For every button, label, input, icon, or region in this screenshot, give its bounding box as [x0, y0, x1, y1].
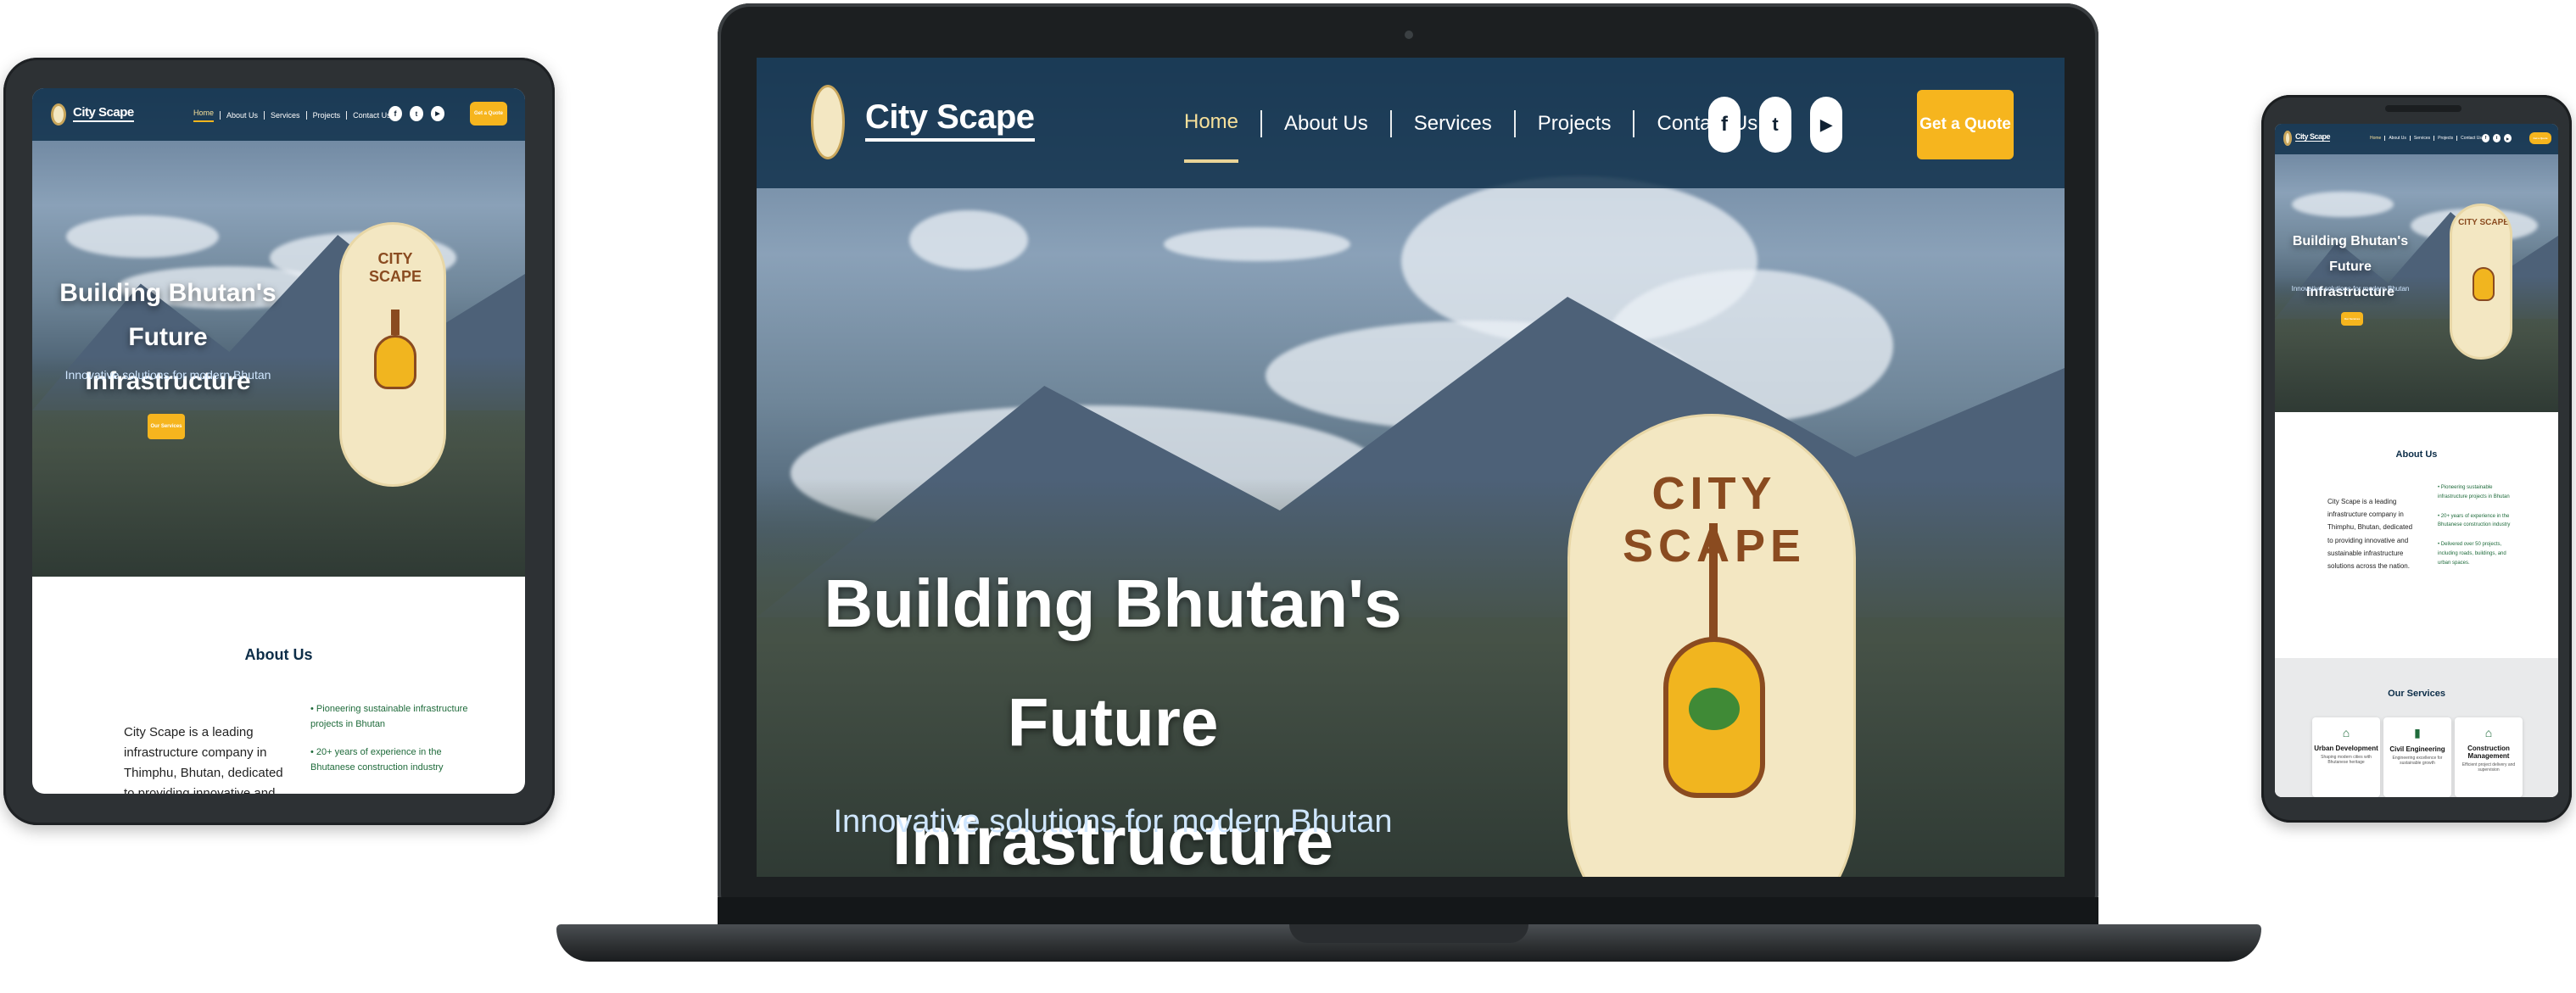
about-bullets: • Pioneering sustainable infrastructure … — [310, 702, 472, 775]
services-title: Our Services — [2388, 689, 2445, 699]
nav-home[interactable]: Home — [193, 109, 215, 122]
service-card-title: Civil Engineering — [2389, 745, 2445, 753]
nav-home[interactable]: Home — [1184, 110, 1239, 163]
logo-icon[interactable] — [811, 85, 845, 159]
hero-title-line1: Building Bhutan's Future — [59, 279, 277, 351]
get-quote-button[interactable]: Get a Quote — [2529, 132, 2551, 144]
service-card-civil[interactable]: ▮ Civil Engineering Engineering excellen… — [2383, 717, 2451, 797]
about-bullet-3: • Delivered over 50 projects, including … — [2438, 542, 2506, 566]
hero-title-line1: Building Bhutan's Future — [824, 566, 1402, 760]
twitter-icon[interactable]: t — [1759, 97, 1791, 153]
twitter-icon[interactable]: t — [2493, 134, 2501, 142]
brand-name[interactable]: City Scape — [865, 98, 1035, 142]
get-quote-button[interactable]: Get a Quote — [1917, 90, 2014, 159]
hero-subtitle: Innovative solutions for modern Bhutan — [64, 368, 271, 382]
phone-speaker — [2385, 105, 2461, 112]
emblem-text: CITY SCAPE — [2458, 218, 2509, 227]
about-paragraph: City Scape is a leading infrastructure c… — [124, 725, 283, 794]
brand-name[interactable]: City Scape — [2295, 132, 2331, 142]
hero-section: City Scape Home About Us Services Projec… — [2275, 124, 2558, 412]
nav-services[interactable]: Services — [271, 111, 300, 120]
hero-title: Building Bhutan's Future Infrastructure — [49, 271, 287, 404]
nav-home[interactable]: Home — [2370, 136, 2381, 141]
hero-title-line2: Infrastructure — [85, 367, 251, 395]
hero-subtitle: Innovative solutions for modern Bhutan — [2291, 285, 2410, 293]
our-services-button[interactable]: Our Services — [2341, 312, 2363, 326]
phone-screen: City Scape Home About Us Services Projec… — [2275, 124, 2558, 797]
hero-section: City Scape Home About Us Services Projec… — [757, 58, 2065, 877]
house-icon: ⌂ — [2484, 726, 2493, 739]
hero-title-line2: Infrastructure — [2305, 285, 2395, 299]
hero-title-line1: Building Bhutan's Future — [2292, 234, 2409, 274]
laptop-hinge-notch — [1289, 924, 1528, 943]
service-card-desc: Shaping modern cities with Bhutanese her… — [2321, 755, 2372, 765]
tower-icon: ▮ — [2414, 726, 2421, 739]
tablet-screen: City Scape Home About Us Services Projec… — [32, 88, 525, 794]
webcam — [1405, 31, 1413, 39]
about-paragraph: City Scape is a leading infrastructure c… — [2327, 498, 2413, 570]
youtube-icon[interactable]: ▶ — [1810, 97, 1842, 153]
lightbulb-icon — [2473, 267, 2495, 301]
our-services-button[interactable]: Our Services — [148, 414, 185, 439]
hero-subtitle: Innovative solutions for modern Bhutan — [833, 804, 1393, 840]
emblem-text: CITY SCAPE — [368, 250, 422, 285]
about-bullets: • Pioneering sustainable infrastructure … — [2438, 483, 2514, 568]
logo-icon — [2283, 131, 2292, 146]
service-card-desc: Efficient project delivery and supervisi… — [2461, 762, 2516, 773]
nav-projects[interactable]: Projects — [1538, 112, 1612, 161]
nav-contact[interactable]: Contact Us — [1657, 112, 1757, 161]
nav-links: Home About Us Services Projects Contact … — [2370, 136, 2482, 141]
sprout-icon — [1689, 688, 1740, 730]
city-scape-emblem: CITY SCAPE — [1567, 414, 1856, 877]
nav-about[interactable]: About Us — [1284, 112, 1368, 161]
navbar: City Scape Home About Us Services Projec… — [2275, 124, 2558, 154]
brand-name[interactable]: City Scape — [73, 105, 134, 122]
nav-projects[interactable]: Projects — [2438, 136, 2453, 141]
nav-links: Home About Us Services Projects Contact … — [193, 109, 391, 122]
about-title: About Us — [2395, 449, 2438, 460]
nav-projects[interactable]: Projects — [313, 111, 341, 120]
about-bullet-2: • 20+ years of experience in the Bhutane… — [310, 747, 444, 773]
facebook-icon[interactable]: f — [1708, 97, 1741, 153]
service-card-title: Urban Development — [2314, 745, 2378, 752]
service-card-urban[interactable]: ⌂ Urban Development Shaping modern citie… — [2312, 717, 2380, 797]
about-bullet-1: • Pioneering sustainable infrastructure … — [2438, 485, 2510, 499]
facebook-icon[interactable]: f — [2482, 134, 2489, 142]
about-bullet-1: • Pioneering sustainable infrastructure … — [310, 704, 468, 729]
hero-title: Building Bhutan's Future Infrastructure — [2278, 229, 2422, 305]
city-scape-emblem: CITY SCAPE — [339, 222, 446, 487]
laptop-bezel-bottom — [718, 897, 2098, 926]
facebook-icon[interactable]: f — [388, 106, 402, 121]
navbar: City Scape Home About Us Services Projec… — [757, 58, 2065, 188]
logo-icon — [51, 103, 66, 126]
about-title: About Us — [244, 646, 313, 663]
service-card-construction[interactable]: ⌂ Construction Management Efficient proj… — [2455, 717, 2523, 797]
navbar: City Scape Home About Us Services Projec… — [32, 88, 525, 141]
nav-links: Home About Us Services Projects Contact … — [1184, 110, 1757, 163]
lightbulb-icon — [374, 335, 416, 389]
services-section: Our Services ⌂ Urban Development Shaping… — [2275, 658, 2558, 797]
get-quote-button[interactable]: Get a Quote — [470, 102, 507, 126]
building-icon: ⌂ — [2342, 726, 2350, 739]
youtube-icon[interactable]: ▶ — [431, 106, 444, 121]
laptop-screen: City Scape Home About Us Services Projec… — [757, 58, 2065, 877]
hero-section: City Scape Home About Us Services Projec… — [32, 88, 525, 577]
city-scape-emblem: CITY SCAPE — [2450, 204, 2512, 360]
nav-services[interactable]: Services — [2414, 136, 2430, 141]
twitter-icon[interactable]: t — [410, 106, 423, 121]
nav-contact[interactable]: Contact Us — [2461, 136, 2482, 141]
about-bullet-2: • 20+ years of experience in the Bhutane… — [2438, 513, 2511, 528]
youtube-icon[interactable]: ▶ — [2504, 134, 2512, 142]
nav-about[interactable]: About Us — [226, 111, 258, 120]
nav-contact[interactable]: Contact Us — [353, 111, 391, 120]
service-card-title: Construction Management — [2467, 745, 2510, 760]
service-card-desc: Engineering excellence for sustainable g… — [2392, 756, 2443, 766]
nav-services[interactable]: Services — [1414, 112, 1492, 161]
nav-about[interactable]: About Us — [2389, 136, 2406, 141]
